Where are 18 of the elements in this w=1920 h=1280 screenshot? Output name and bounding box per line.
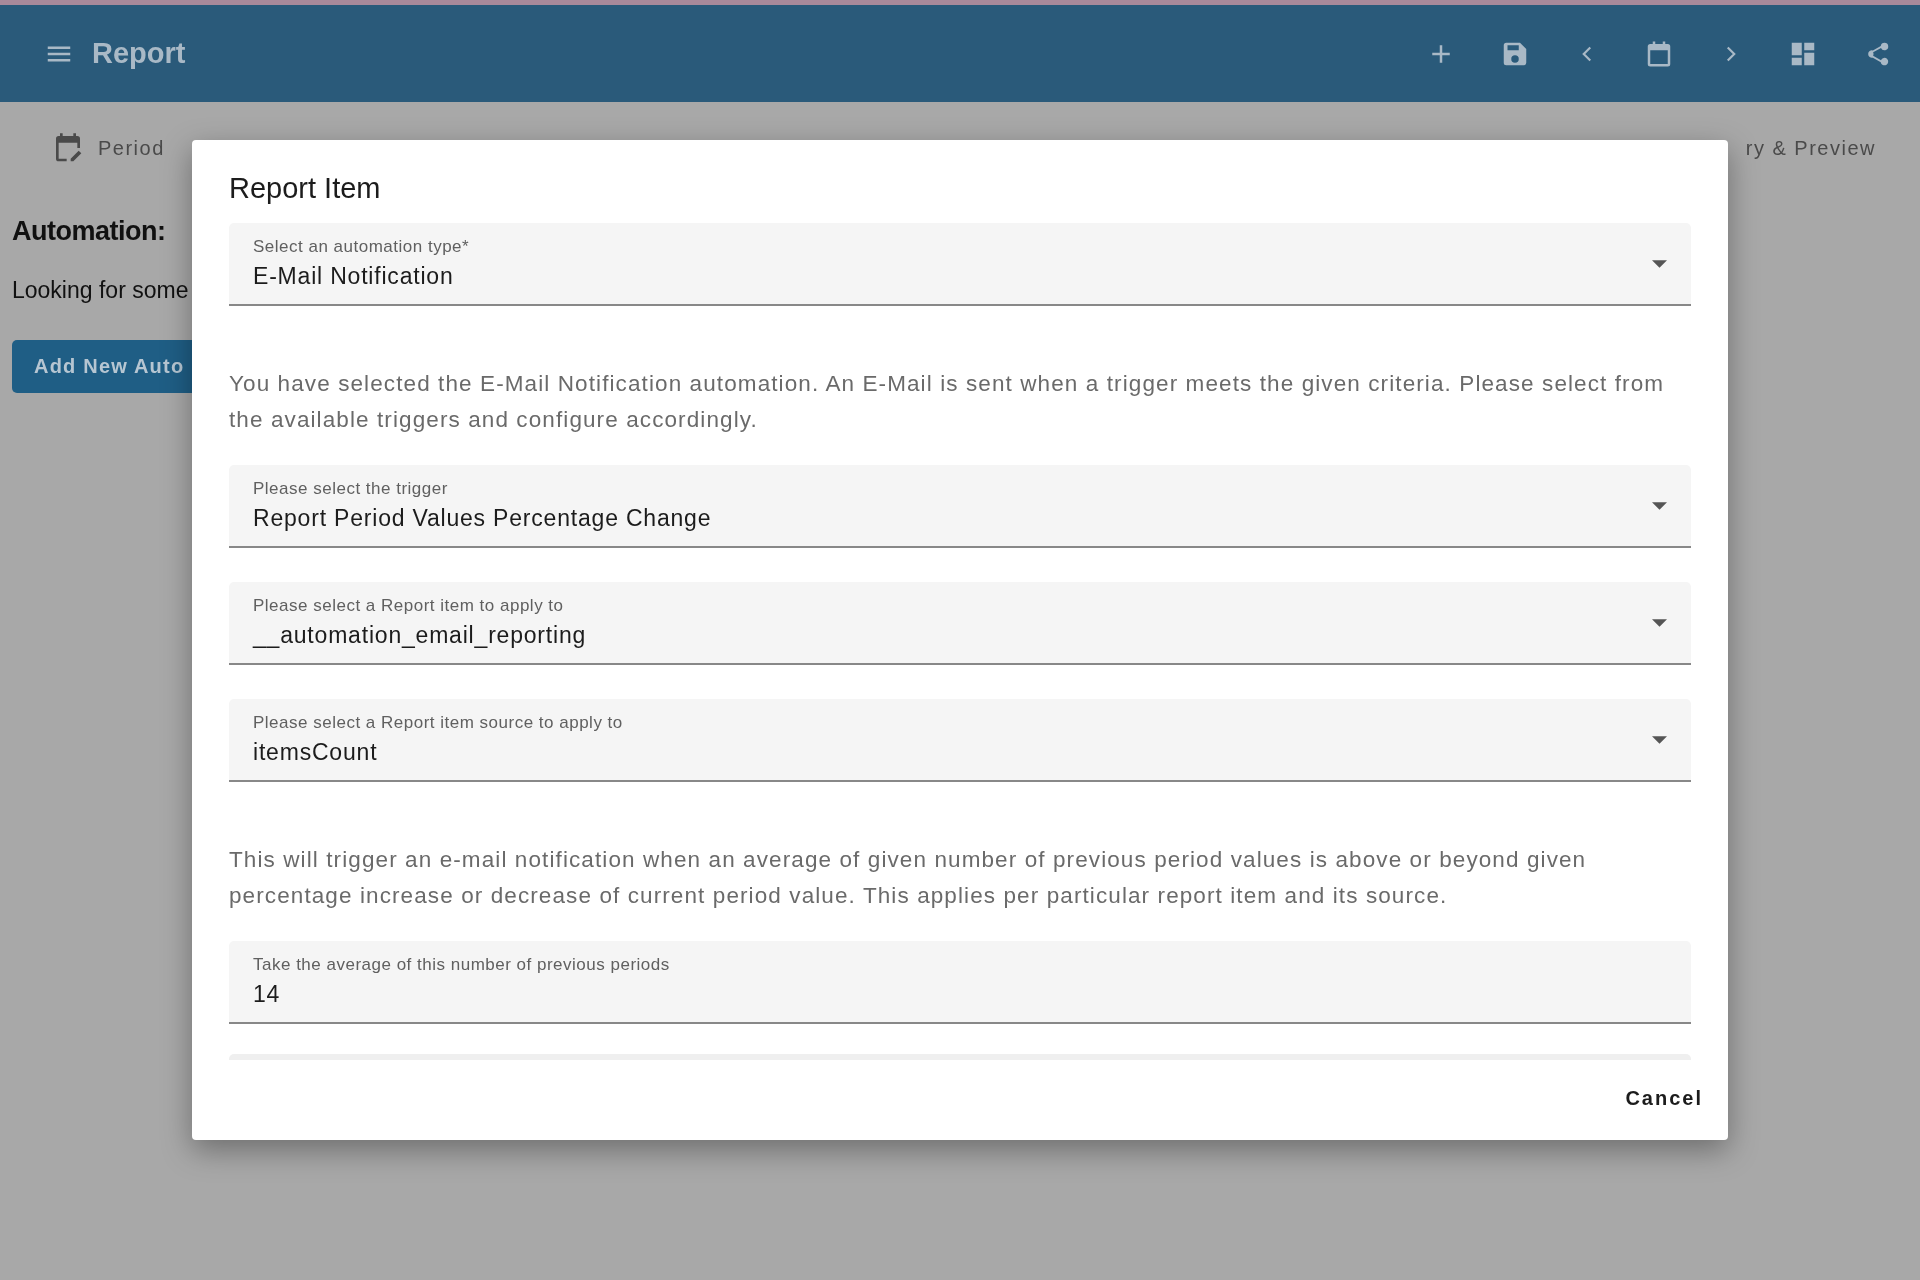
info-text: You have selected the E-Mail Notification automation. An E-Mail is sent when a trigger meets the given criteria. Please select from the available triggers and configure accordingly. xyxy=(229,370,1666,434)
caret-icon xyxy=(1652,259,1667,268)
tab[interactable]: ry & Preview xyxy=(1745,136,1876,160)
app-title: Report xyxy=(92,37,186,70)
tab[interactable]: Period xyxy=(52,132,165,164)
select-field[interactable]: Please select the trigger Report Period Values Percentage Change xyxy=(229,465,1691,548)
caret-icon xyxy=(1652,618,1667,627)
select-field[interactable]: Select an automation type* E-Mail Notification xyxy=(229,223,1691,306)
select-field[interactable]: Please select a Report item to apply to __automation_email_reporting xyxy=(229,582,1691,665)
section-heading: Automation: xyxy=(12,216,166,247)
description-text: Looking for some xyxy=(12,277,189,304)
info-text: This will trigger an e-mail notification when an average of given number of previous period values is above or beyond given percentage increase or decrease of current period value. This applies per particular report item and its source. xyxy=(229,846,1588,910)
caret-icon xyxy=(1652,735,1667,744)
input-field[interactable]: Take the average of this number of previous periods 14 xyxy=(229,941,1691,1024)
select-field[interactable]: Please select a Report item source to apply to itemsCount xyxy=(229,699,1691,782)
caret-icon xyxy=(1652,501,1667,510)
cancel-button[interactable]: Cancel xyxy=(1625,1076,1703,1124)
dialog-title: Report Item xyxy=(229,172,382,205)
